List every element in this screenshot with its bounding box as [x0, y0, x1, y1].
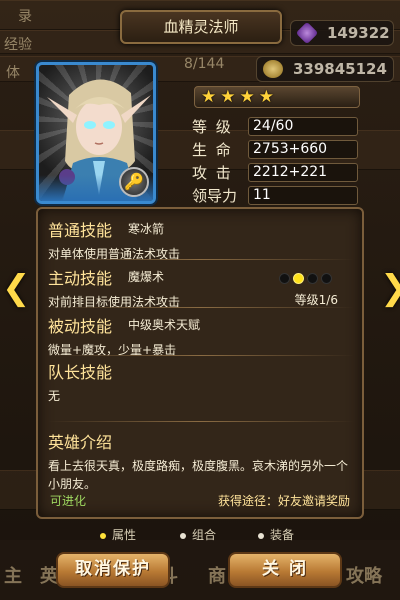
passive-skill-desc: 微量+魔攻，少量+暴击 [48, 343, 177, 357]
star-icon: ★ [220, 87, 236, 107]
active-skill-level: 等级1/6 [294, 293, 338, 307]
tab-equipment[interactable]: 装备 [258, 526, 294, 543]
stat-label: 攻 击 [192, 164, 233, 182]
dot-icon [307, 273, 318, 284]
divider [48, 355, 354, 356]
normal-skill-desc: 对单体使用普通法术攻击 [48, 247, 181, 261]
gem-value: 149322 [327, 24, 390, 42]
passive-skill-section: 被动技能 中级奥术天赋 微量+魔攻，少量+暴击 [48, 313, 354, 359]
tab-attributes[interactable]: 属性 [100, 526, 136, 543]
bg-label-stamina: 体 [6, 65, 20, 81]
leader-skill-desc: 无 [48, 389, 61, 403]
bg-exp-text: 8/144 [184, 56, 225, 72]
bg-label-exp: 经验 [4, 37, 32, 53]
gold-value: 339845124 [293, 60, 387, 78]
passive-skill-title: 被动技能 [48, 317, 113, 336]
stat-value: 2753+660 [248, 140, 358, 159]
bullet-icon [180, 532, 186, 539]
active-skill-section: 主动技能 魔爆术 对前排目标使用法术攻击 等级1/6 [48, 265, 354, 311]
stat-attack: 攻 击 2212+221 [190, 162, 366, 182]
stat-leadership: 领导力 11 [190, 185, 366, 205]
cancel-protect-button[interactable]: 取消保护 [56, 552, 170, 588]
detail-tabs: 属性 组合 装备 [100, 526, 320, 544]
gem-icon [295, 21, 319, 45]
leader-skill-section: 队长技能 无 [48, 359, 354, 405]
skill-level-dots [276, 269, 332, 288]
leader-skill-title: 队长技能 [48, 363, 113, 382]
bg-nav-main: 主 [4, 566, 22, 587]
bg-nav-guide: 攻略 [346, 566, 382, 587]
skill-info-panel: 普通技能 寒冰箭 对单体使用普通法术攻击 主动技能 魔爆术 对前排目标使用法术攻… [36, 207, 364, 519]
stat-value: 2212+221 [248, 163, 358, 182]
hero-title: 血精灵法师 [120, 10, 282, 44]
divider [48, 259, 354, 260]
hero-portrait: 🔑 [36, 62, 156, 204]
stat-label: 生 命 [192, 141, 233, 159]
stat-hp: 生 命 2753+660 [190, 139, 366, 159]
source-label: 获得途径：好友邀请奖励 [217, 494, 350, 508]
close-button[interactable]: 关 闭 [228, 552, 342, 588]
stat-value: 24/60 [248, 117, 358, 136]
active-skill-name: 魔爆术 [128, 270, 165, 284]
hero-stats: 等 级 24/60 生 命 2753+660 攻 击 2212+221 领导力 … [190, 116, 366, 208]
gold-counter: 339845124 [256, 56, 394, 82]
key-icon[interactable]: 🔑 [119, 167, 149, 197]
stat-value: 11 [248, 186, 358, 205]
tab-label: 属性 [112, 528, 137, 542]
star-rating: ★ ★ ★ ★ [194, 86, 360, 108]
star-icon: ★ [239, 87, 255, 107]
bullet-icon [100, 532, 106, 539]
star-icon: ★ [201, 87, 217, 107]
stat-label: 等 级 [192, 118, 233, 136]
gem-counter: 149322 [290, 20, 394, 46]
dot-icon [293, 273, 304, 284]
dot-icon [279, 273, 290, 284]
prev-hero-arrow-icon[interactable]: ❮ [2, 268, 31, 308]
tab-combination[interactable]: 组合 [180, 526, 216, 543]
bg-nav-shop: 商 [208, 566, 226, 587]
hero-intro-section: 英雄介绍 看上去很天真，极度路痴，极度腹黑。哀木涕的另外一个小朋友。 [48, 429, 354, 493]
normal-skill-title: 普通技能 [48, 221, 113, 240]
divider [48, 307, 354, 308]
stat-level: 等 级 24/60 [190, 116, 366, 136]
normal-skill-name: 寒冰箭 [128, 222, 165, 236]
normal-skill-section: 普通技能 寒冰箭 对单体使用普通法术攻击 [48, 217, 354, 263]
divider [48, 421, 354, 422]
next-hero-arrow-icon[interactable]: ❯ [380, 268, 400, 308]
star-icon: ★ [258, 87, 274, 107]
stat-label: 领导力 [192, 187, 238, 205]
tab-label: 装备 [270, 528, 295, 542]
evolve-label: 可进化 [50, 494, 87, 508]
dot-icon [321, 273, 332, 284]
passive-skill-name: 中级奥术天赋 [128, 318, 201, 332]
bullet-icon [258, 532, 264, 539]
tab-label: 组合 [192, 528, 217, 542]
hero-intro-title: 英雄介绍 [48, 433, 113, 452]
hero-intro-desc: 看上去很天真，极度路痴，极度腹黑。哀木涕的另外一个小朋友。 [48, 459, 349, 491]
coin-icon [263, 60, 283, 78]
bg-label-record: 录 [18, 9, 32, 25]
